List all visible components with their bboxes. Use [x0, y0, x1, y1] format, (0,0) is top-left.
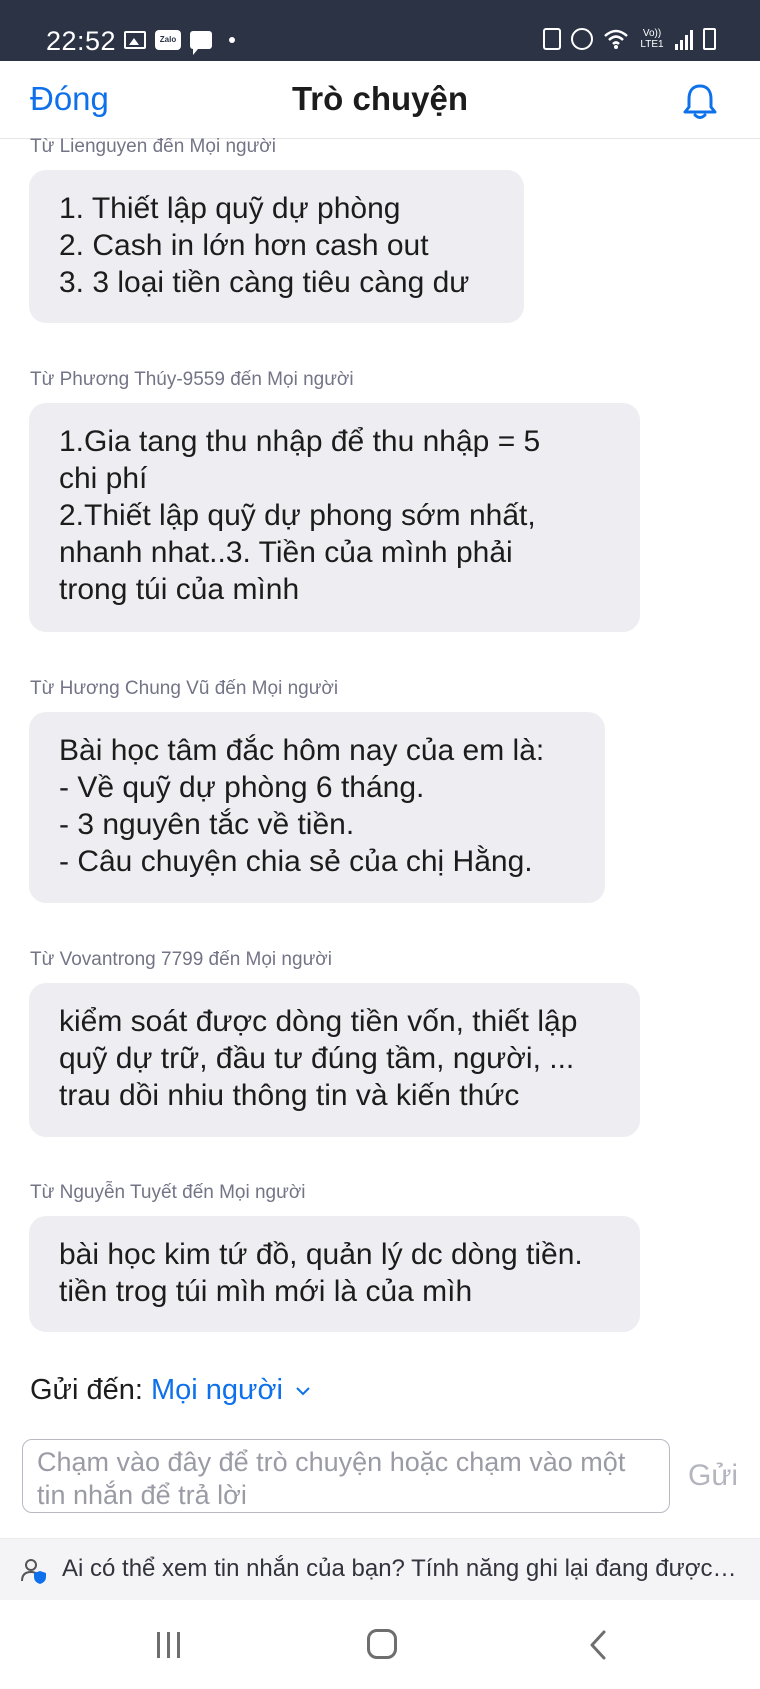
user-privacy-icon [21, 1559, 46, 1584]
lock-icon [543, 28, 561, 50]
home-icon[interactable] [367, 1629, 397, 1659]
message-sender: Từ Phương Thúy-9559 đến Mọi người [30, 369, 354, 390]
chat-message-list[interactable]: Từ Lienguyen đến Mọi người 1. Thiết lập … [0, 138, 760, 1362]
chat-input[interactable]: Chạm vào đây để trò chuyện hoặc chạm vào… [22, 1439, 670, 1513]
message-bubble[interactable]: Bài học tâm đắc hôm nay của em là: - Về … [29, 712, 605, 903]
send-to-label: Gửi đến: [30, 1374, 143, 1406]
system-nav-bar [0, 1600, 760, 1689]
message-bubble[interactable]: bài học kim tứ đồ, quản lý dc dòng tiền.… [29, 1216, 640, 1332]
message-icon [190, 31, 212, 55]
message-sender: Từ Lienguyen đến Mọi người [30, 138, 276, 157]
message-bubble[interactable]: 1.Gia tang thu nhập để thu nhập = 5 chi … [29, 403, 640, 632]
system-icons: Vo)) LTE1 [543, 28, 716, 50]
privacy-notice[interactable]: Ai có thể xem tin nhắn của bạn? Tính năn… [0, 1538, 760, 1601]
battery-icon [703, 28, 716, 50]
send-button[interactable]: Gửi [688, 1459, 738, 1493]
chevron-down-icon [296, 1387, 310, 1396]
back-icon[interactable] [582, 1628, 616, 1662]
send-to-row: Gửi đến: Mọi người [30, 1374, 311, 1407]
wifi-icon [604, 29, 628, 49]
message-bubble[interactable]: 1. Thiết lập quỹ dự phòng 2. Cash in lớn… [29, 170, 524, 323]
message-sender: Từ Hương Chung Vũ đến Mọi người [30, 678, 339, 699]
page-title: Trò chuyện [291, 80, 469, 117]
dot-icon [229, 37, 235, 43]
bell-icon[interactable] [680, 81, 720, 121]
message-bubble[interactable]: kiểm soát được dòng tiền vốn, thiết lập … [29, 983, 640, 1137]
signal-icon [675, 28, 693, 50]
gallery-icon [124, 31, 146, 49]
notification-icons: Zalo [124, 30, 235, 55]
recent-apps-icon[interactable] [157, 1632, 183, 1658]
status-time: 22:52 [46, 26, 117, 56]
network-label: Vo)) LTE1 [640, 28, 664, 50]
message-sender: Từ Vovantrong 7799 đến Mọi người [30, 949, 332, 970]
zalo-icon: Zalo [155, 30, 181, 50]
recipient-selector[interactable]: Mọi người [151, 1374, 311, 1406]
status-bar: 22:52 Zalo Vo)) LTE1 [0, 0, 760, 61]
alarm-icon [571, 28, 593, 50]
close-button[interactable]: Đóng [30, 80, 109, 118]
message-sender: Từ Nguyễn Tuyết đến Mọi người [30, 1182, 306, 1203]
recipient-label: Mọi người [150, 1374, 283, 1406]
privacy-notice-text: Ai có thể xem tin nhắn của bạn? Tính năn… [62, 1555, 737, 1582]
chat-header: Đóng Trò chuyện [0, 61, 760, 139]
